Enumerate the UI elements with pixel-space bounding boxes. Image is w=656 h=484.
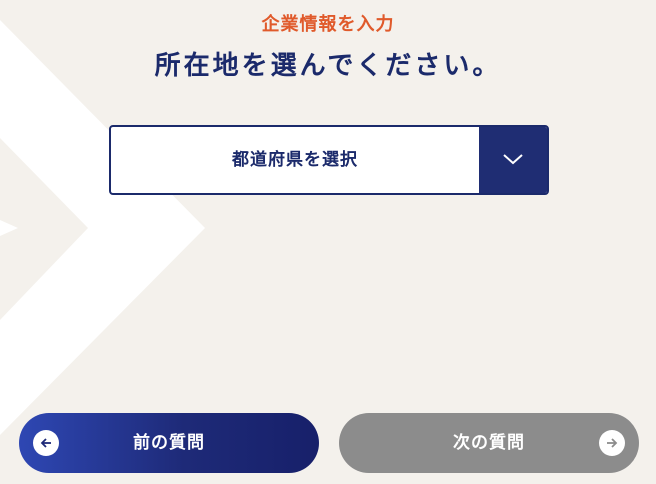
prefecture-select-value: 都道府県を選択 [232, 150, 358, 170]
select-dropdown-button[interactable] [479, 127, 547, 193]
prev-question-button[interactable]: 前の質問 [19, 413, 319, 473]
arrow-right-icon [599, 430, 625, 456]
prev-question-label: 前の質問 [133, 433, 205, 453]
next-question-button[interactable]: 次の質問 [339, 413, 639, 473]
prefecture-select[interactable]: 都道府県を選択 [109, 125, 549, 195]
chevron-down-icon [503, 154, 523, 165]
page-title: 所在地を選んでください。 [154, 51, 502, 81]
step-label: 企業情報を入力 [261, 14, 395, 35]
next-question-label: 次の質問 [453, 433, 525, 453]
page-content: 企業情報を入力 所在地を選んでください。 都道府県を選択 前の質問 次の質問 [0, 0, 656, 484]
